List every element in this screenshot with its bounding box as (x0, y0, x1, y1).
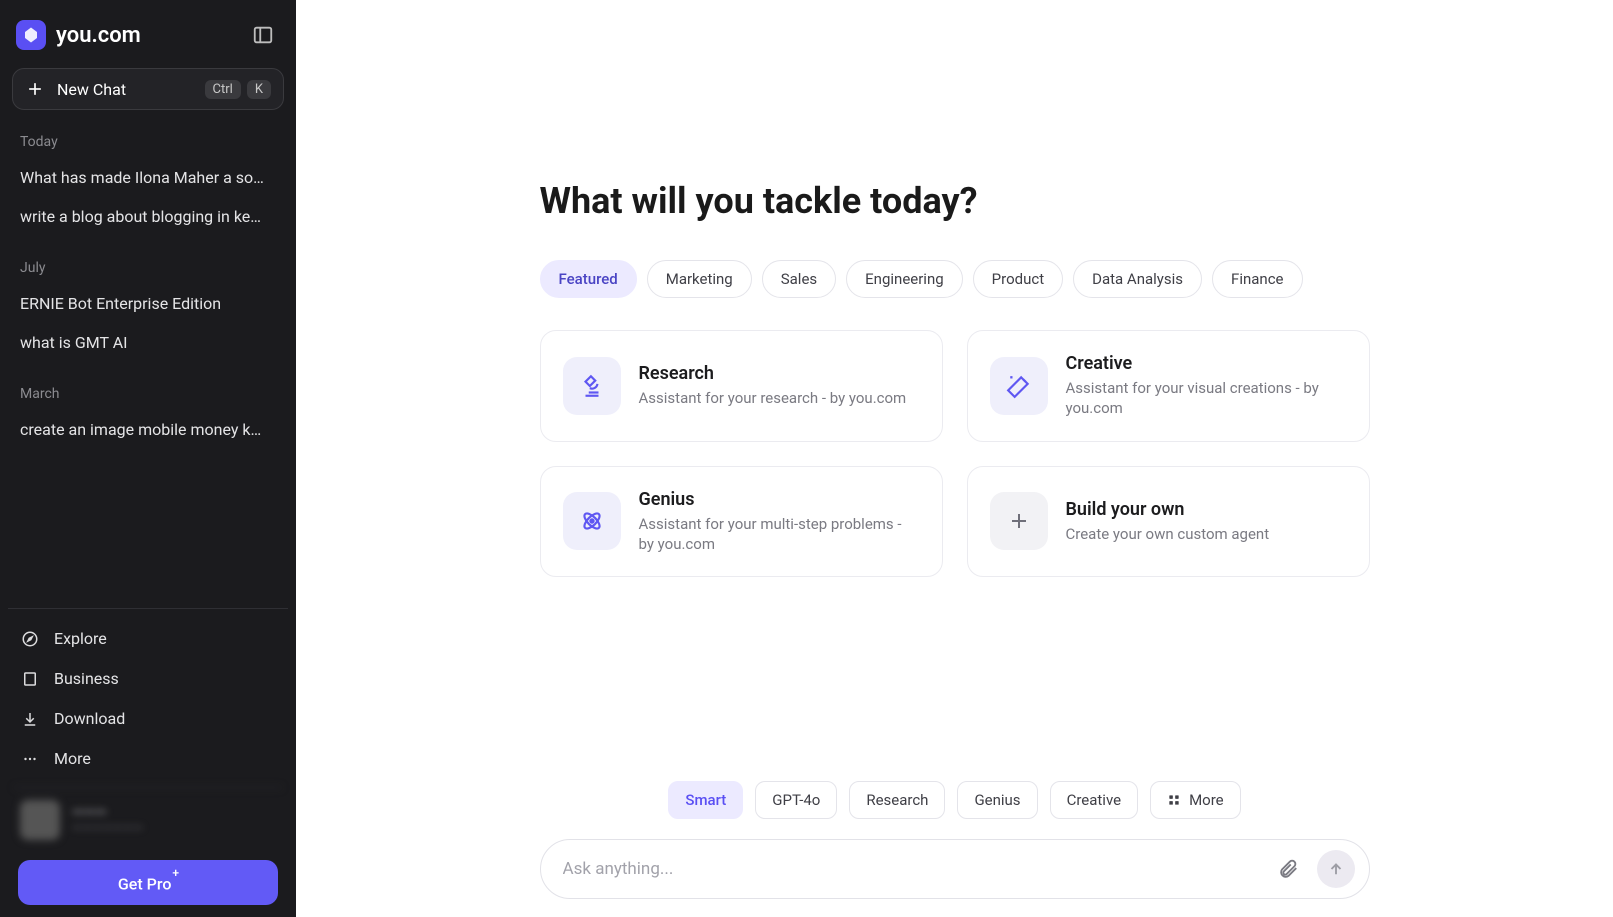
dots-icon (20, 749, 40, 769)
model-row: Smart GPT-4o Research Genius Creative Mo… (540, 781, 1370, 819)
hero: What will you tackle today? Featured Mar… (520, 180, 1390, 577)
category-featured[interactable]: Featured (540, 260, 637, 298)
card-text: Research Assistant for your research - b… (639, 363, 907, 408)
get-pro-label: Get Pro (118, 874, 172, 893)
card-text: Build your own Create your own custom ag… (1066, 499, 1270, 544)
card-genius[interactable]: Genius Assistant for your multi-step pro… (540, 466, 943, 578)
send-button[interactable] (1317, 850, 1355, 888)
plus-icon (25, 79, 45, 99)
history-item[interactable]: What has made Ilona Maher a so… (14, 158, 282, 197)
model-research[interactable]: Research (849, 781, 945, 819)
account-row[interactable]: ——— ——————— (14, 787, 282, 852)
category-engineering[interactable]: Engineering (846, 260, 963, 298)
nav-label: Download (54, 709, 125, 728)
nav-more[interactable]: More (14, 739, 282, 779)
get-pro-button[interactable]: Get Pro+ (18, 860, 278, 905)
kbd-ctrl: Ctrl (205, 80, 241, 99)
history-group-label: July (14, 252, 282, 284)
prompt-input[interactable] (563, 859, 1259, 879)
plus-superscript-icon: + (172, 866, 179, 880)
brand-name: you.com (56, 23, 141, 48)
plus-icon (990, 492, 1048, 550)
account-text: ——— ——————— (72, 803, 143, 836)
atom-icon (563, 492, 621, 550)
kbd-k: K (247, 80, 271, 99)
category-product[interactable]: Product (973, 260, 1063, 298)
avatar (20, 800, 60, 840)
history-group-today: Today What has made Ilona Maher a so… wr… (14, 126, 282, 236)
nav-business[interactable]: Business (14, 659, 282, 699)
card-desc: Assistant for your research - by you.com (639, 388, 907, 408)
card-title: Creative (1066, 353, 1347, 374)
history-group-march: March create an image mobile money k… (14, 378, 282, 449)
card-build-your-own[interactable]: Build your own Create your own custom ag… (967, 466, 1370, 578)
brand[interactable]: you.com (16, 20, 141, 50)
nav-explore[interactable]: Explore (14, 619, 282, 659)
card-desc: Create your own custom agent (1066, 524, 1270, 544)
history-item[interactable]: what is GMT AI (14, 323, 282, 362)
card-desc: Assistant for your visual creations - by… (1066, 378, 1347, 419)
download-icon (20, 709, 40, 729)
sidebar-lower-nav: Explore Business Download More ——— —————… (8, 608, 288, 909)
category-finance[interactable]: Finance (1212, 260, 1302, 298)
category-data-analysis[interactable]: Data Analysis (1073, 260, 1202, 298)
nav-label: More (54, 749, 91, 768)
history-list: Today What has made Ilona Maher a so… wr… (8, 126, 288, 608)
agent-cards: Research Assistant for your research - b… (540, 330, 1370, 577)
card-title: Genius (639, 489, 920, 510)
nav-label: Business (54, 669, 119, 688)
prompt-box (540, 839, 1370, 899)
category-sales[interactable]: Sales (762, 260, 836, 298)
collapse-sidebar-button[interactable] (246, 18, 280, 52)
brand-logo-icon (16, 20, 46, 50)
sidebar: you.com New Chat Ctrl K Today What has m… (0, 0, 296, 917)
history-group-july: July ERNIE Bot Enterprise Edition what i… (14, 252, 282, 362)
hero-title: What will you tackle today? (540, 180, 1370, 222)
microscope-icon (563, 357, 621, 415)
card-text: Genius Assistant for your multi-step pro… (639, 489, 920, 555)
nav-download[interactable]: Download (14, 699, 282, 739)
card-creative[interactable]: Creative Assistant for your visual creat… (967, 330, 1370, 442)
attach-button[interactable] (1269, 850, 1307, 888)
card-research[interactable]: Research Assistant for your research - b… (540, 330, 943, 442)
nav-label: Explore (54, 629, 107, 648)
category-row: Featured Marketing Sales Engineering Pro… (540, 260, 1370, 298)
model-more[interactable]: More (1150, 781, 1241, 819)
paperclip-icon (1277, 858, 1299, 880)
card-text: Creative Assistant for your visual creat… (1066, 353, 1347, 419)
card-title: Research (639, 363, 907, 384)
model-smart[interactable]: Smart (668, 781, 743, 819)
sidebar-header: you.com (8, 14, 288, 68)
building-icon (20, 669, 40, 689)
history-group-label: March (14, 378, 282, 410)
model-more-label: More (1189, 791, 1224, 809)
category-marketing[interactable]: Marketing (647, 260, 752, 298)
model-gpt4o[interactable]: GPT-4o (755, 781, 837, 819)
model-genius[interactable]: Genius (957, 781, 1037, 819)
account-name: ——— (72, 803, 143, 821)
history-item[interactable]: create an image mobile money k… (14, 410, 282, 449)
new-chat-shortcut: Ctrl K (205, 80, 271, 99)
history-item[interactable]: write a blog about blogging in ke… (14, 197, 282, 236)
new-chat-button[interactable]: New Chat Ctrl K (12, 68, 284, 110)
card-desc: Assistant for your multi-step problems -… (639, 514, 920, 555)
new-chat-label: New Chat (57, 80, 193, 99)
compass-icon (20, 629, 40, 649)
account-email: ——————— (72, 821, 143, 836)
model-creative[interactable]: Creative (1050, 781, 1139, 819)
history-item[interactable]: ERNIE Bot Enterprise Edition (14, 284, 282, 323)
bottom-area: Smart GPT-4o Research Genius Creative Mo… (520, 781, 1390, 899)
card-title: Build your own (1066, 499, 1270, 520)
history-group-label: Today (14, 126, 282, 158)
main-panel: What will you tackle today? Featured Mar… (296, 0, 1613, 917)
magic-wand-icon (990, 357, 1048, 415)
arrow-up-icon (1327, 860, 1345, 878)
grid-icon (1167, 793, 1181, 807)
